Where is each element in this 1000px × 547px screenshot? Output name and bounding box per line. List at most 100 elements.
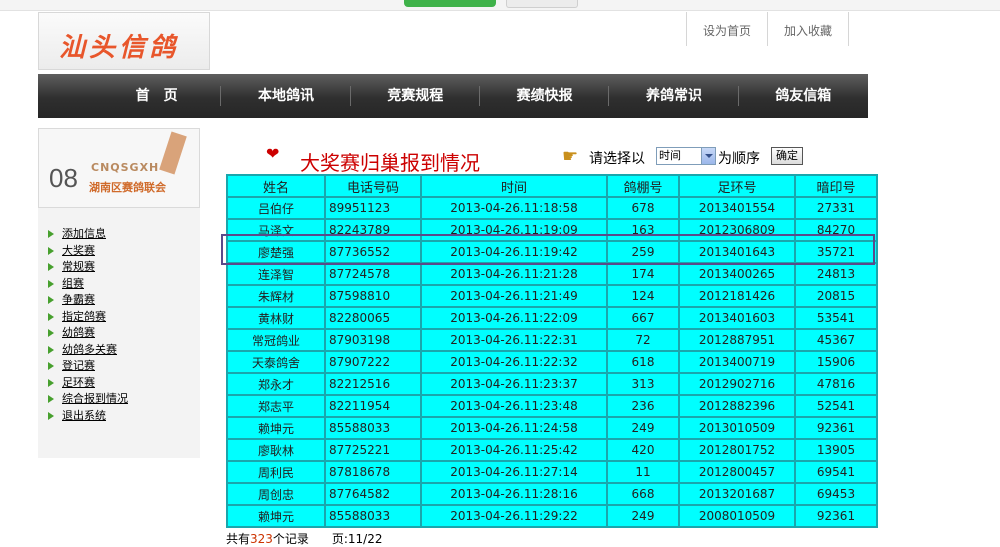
table-row: 周创忠 87764582 2013-04-26.11:28:16 668 2013201…: [228, 484, 876, 504]
cell-phone: 85588033: [326, 418, 420, 438]
cell-code: 20815: [796, 286, 876, 306]
header-ring: 足环号: [680, 176, 794, 196]
cell-ring: 2013401554: [680, 198, 794, 218]
cell-phone: 87736552: [326, 242, 420, 262]
cell-phone: 87818678: [326, 462, 420, 482]
cell-name: 常冠鸽业: [228, 330, 324, 350]
cell-ring: 2013201687: [680, 484, 794, 504]
table-row: 连泽智 87724578 2013-04-26.11:21:28 174 2013400…: [228, 264, 876, 284]
sidebar-banner: 08 CNQSGXH 湖南区赛鸽联会: [38, 128, 200, 208]
tag-decoration: [159, 131, 187, 175]
cell-loft: 174: [608, 264, 678, 284]
sidebar-item-young-multi[interactable]: 幼鸽多关赛: [46, 342, 128, 359]
cell-phone: 87725221: [326, 440, 420, 460]
cell-loft: 668: [608, 484, 678, 504]
sidebar-item-championship[interactable]: 争霸赛: [46, 292, 128, 309]
sidebar-menu: 添加信息 大奖赛 常规赛 组赛 争霸赛 指定鸽赛 幼鸽赛 幼鸽多关赛 登记赛 足…: [46, 226, 128, 424]
cell-code: 45367: [796, 330, 876, 350]
cell-time: 2013-04-26.11:22:32: [422, 352, 606, 372]
cell-name: 连泽智: [228, 264, 324, 284]
sidebar-item-group[interactable]: 组赛: [46, 276, 128, 293]
cell-loft: 72: [608, 330, 678, 350]
cell-code: 53541: [796, 308, 876, 328]
cell-time: 2013-04-26.11:28:16: [422, 484, 606, 504]
sidebar-item-regular[interactable]: 常规赛: [46, 259, 128, 276]
cell-loft: 249: [608, 418, 678, 438]
sidebar-item-grand-prize[interactable]: 大奖赛: [46, 243, 128, 260]
cell-loft: 236: [608, 396, 678, 416]
cell-name: 郑永才: [228, 374, 324, 394]
cell-code: 52541: [796, 396, 876, 416]
header-loft: 鸽棚号: [608, 176, 678, 196]
banner-subtitle: 湖南区赛鸽联会: [89, 181, 166, 194]
cell-code: 27331: [796, 198, 876, 218]
nav-knowledge[interactable]: 养鸽常识: [609, 74, 739, 118]
pointing-hand-icon: ☛: [562, 146, 579, 167]
cell-time: 2013-04-26.11:18:58: [422, 198, 606, 218]
sort-select[interactable]: 时间: [656, 147, 716, 165]
nav-local-news[interactable]: 本地鸽讯: [221, 74, 351, 118]
nav-results[interactable]: 赛绩快报: [480, 74, 610, 118]
cell-code: 84270: [796, 220, 876, 240]
table-row: 廖耿林 87725221 2013-04-26.11:25:42 420 2012801…: [228, 440, 876, 460]
sidebar-item-young[interactable]: 幼鸽赛: [46, 325, 128, 342]
table-row: 马泽文 82243789 2013-04-26.11:19:09 163 2012306…: [228, 220, 876, 240]
cell-name: 马泽文: [228, 220, 324, 240]
cell-name: 朱辉材: [228, 286, 324, 306]
cell-time: 2013-04-26.11:21:28: [422, 264, 606, 284]
table-row: 天泰鸽舍 87907222 2013-04-26.11:22:32 618 201340…: [228, 352, 876, 372]
site-logo[interactable]: 汕头信鸽: [38, 12, 210, 70]
cell-ring: 2013401603: [680, 308, 794, 328]
cell-time: 2013-04-26.11:22:31: [422, 330, 606, 350]
header-time: 时间: [422, 176, 606, 196]
cell-ring: 2013400719: [680, 352, 794, 372]
cell-loft: 420: [608, 440, 678, 460]
cell-name: 郑志平: [228, 396, 324, 416]
cell-phone: 87724578: [326, 264, 420, 284]
cell-time: 2013-04-26.11:22:09: [422, 308, 606, 328]
cell-ring: 2008010509: [680, 506, 794, 526]
cell-time: 2013-04-26.11:29:22: [422, 506, 606, 526]
cell-ring: 2012902716: [680, 374, 794, 394]
sidebar-item-add-info[interactable]: 添加信息: [46, 226, 128, 243]
cell-code: 24813: [796, 264, 876, 284]
page-value[interactable]: 11/22: [348, 532, 383, 546]
cell-time: 2013-04-26.11:21:49: [422, 286, 606, 306]
cell-name: 吕伯仔: [228, 198, 324, 218]
cell-loft: 313: [608, 374, 678, 394]
nav-rules[interactable]: 竞赛规程: [351, 74, 481, 118]
top-grey-button[interactable]: [506, 0, 578, 8]
sidebar-item-designated[interactable]: 指定鸽赛: [46, 309, 128, 326]
banner-code: CNQSGXH: [91, 161, 160, 174]
table-header-row: 姓名 电话号码 时间 鸽棚号 足环号 暗印号: [228, 176, 876, 196]
cell-name: 赖坤元: [228, 418, 324, 438]
results-table-wrapper: 姓名 电话号码 时间 鸽棚号 足环号 暗印号 吕伯仔 89951123 2013-0…: [226, 174, 878, 528]
set-homepage-link[interactable]: 设为首页: [686, 12, 767, 46]
sidebar-item-registration[interactable]: 登记赛: [46, 358, 128, 375]
sidebar-item-ring[interactable]: 足环赛: [46, 375, 128, 392]
nav-mailbox[interactable]: 鸽友信箱: [739, 74, 868, 118]
cell-loft: 259: [608, 242, 678, 262]
main-nav: 首 页 本地鸽讯 竞赛规程 赛绩快报 养鸽常识 鸽友信箱: [38, 74, 868, 118]
table-row: 周利民 87818678 2013-04-26.11:27:14 11 20128004…: [228, 462, 876, 482]
nav-home[interactable]: 首 页: [92, 74, 222, 118]
cell-code: 69541: [796, 462, 876, 482]
cell-phone: 87764582: [326, 484, 420, 504]
cell-ring: 2013401643: [680, 242, 794, 262]
add-favorites-link[interactable]: 加入收藏: [767, 12, 850, 46]
cell-phone: 85588033: [326, 506, 420, 526]
cell-loft: 667: [608, 308, 678, 328]
cell-ring: 2012306809: [680, 220, 794, 240]
ok-button[interactable]: 确定: [771, 147, 803, 165]
sidebar-item-summary[interactable]: 综合报到情况: [46, 391, 128, 408]
table-row: 赖坤元 85588033 2013-04-26.11:24:58 249 2013010…: [228, 418, 876, 438]
cell-phone: 89951123: [326, 198, 420, 218]
sidebar-item-logout[interactable]: 退出系统: [46, 408, 128, 425]
chevron-down-icon[interactable]: [701, 148, 715, 164]
cell-name: 赖坤元: [228, 506, 324, 526]
cell-name: 黄林财: [228, 308, 324, 328]
heart-icon: ❤: [266, 144, 280, 163]
cell-ring: 2012181426: [680, 286, 794, 306]
top-green-button[interactable]: [404, 0, 496, 7]
cell-time: 2013-04-26.11:23:48: [422, 396, 606, 416]
